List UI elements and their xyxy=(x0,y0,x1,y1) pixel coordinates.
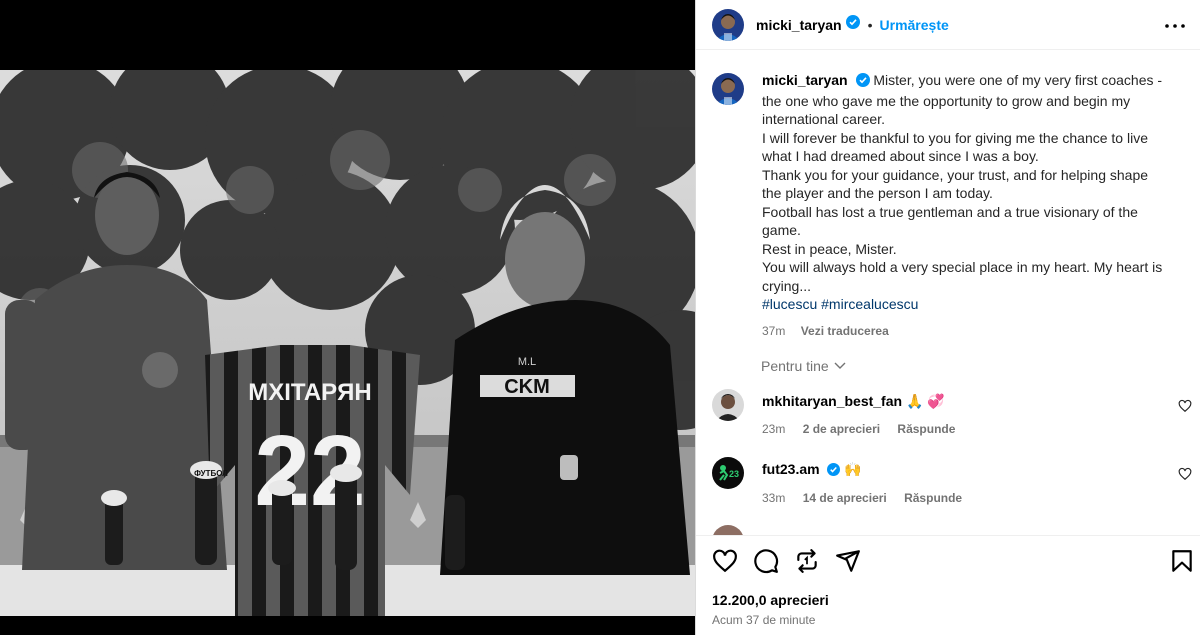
comment-body: mkhitaryan_best_fan 🙏 💞 23m 2 de aprecie… xyxy=(762,389,969,436)
coach-initials: M.L xyxy=(518,356,536,368)
share-icon[interactable] xyxy=(794,548,820,574)
comment-item-partial xyxy=(712,525,1192,535)
comment-item: 23 fut23.am 🙌 33m 14 de aprecieri Răspun… xyxy=(712,457,1192,505)
caption-line: the player and the person I am today. xyxy=(762,185,993,201)
comment-item: mkhitaryan_best_fan 🙏 💞 23m 2 de aprecie… xyxy=(712,389,1192,436)
post-caption: micki_taryan Mister, you were one of my … xyxy=(712,71,1192,340)
post-side-panel: micki_taryan • Urmărește micki_taryan Mi… xyxy=(695,0,1200,635)
for-you-label: Pentru tine xyxy=(761,358,829,374)
caption-avatar[interactable] xyxy=(712,73,744,105)
caption-line: game. xyxy=(762,222,801,238)
post-photo[interactable]: CKM M.L MXITAPЯH 22 ФУТБОЛ xyxy=(0,70,695,616)
author-avatar[interactable] xyxy=(712,8,744,41)
photo-illustration: CKM M.L MXITAPЯH 22 ФУТБОЛ xyxy=(0,70,695,616)
author-username[interactable]: micki_taryan xyxy=(756,17,842,33)
comment-text: 🙌 xyxy=(844,461,862,477)
caption-line: Thank you for your guidance, your trust,… xyxy=(762,166,1149,183)
post-header: micki_taryan • Urmărește xyxy=(696,0,1200,50)
verified-badge-icon xyxy=(855,73,870,92)
comment-body: fut23.am 🙌 33m 14 de aprecieri Răspunde xyxy=(762,457,976,505)
commenter-avatar[interactable]: 23 xyxy=(712,457,744,489)
caption-body: micki_taryan Mister, you were one of my … xyxy=(762,71,1182,340)
verified-badge-icon xyxy=(827,463,841,479)
separator-dot: • xyxy=(867,16,873,33)
caption-line: crying... xyxy=(762,277,812,294)
caption-line: You will always hold a very special plac… xyxy=(762,259,1163,275)
caption-line: what I had dreamed about since I was a b… xyxy=(762,148,1039,164)
follow-button[interactable]: Urmărește xyxy=(880,17,949,33)
caption-username[interactable]: micki_taryan xyxy=(762,72,848,88)
sponsor-text: CKM xyxy=(504,376,550,398)
commenter-avatar[interactable] xyxy=(712,525,744,535)
comment-username[interactable]: fut23.am xyxy=(762,461,820,477)
more-options-icon[interactable] xyxy=(1163,14,1187,38)
comments-scroll-area[interactable]: micki_taryan Mister, you were one of my … xyxy=(696,51,1200,535)
send-icon[interactable] xyxy=(835,548,861,574)
post-actions: 12.200,0 aprecieri Acum 37 de minute xyxy=(696,535,1200,635)
caption-line: Mister, you were one of my very first co… xyxy=(873,72,1163,88)
heart-icon[interactable] xyxy=(712,548,738,574)
for-you-sort[interactable]: Pentru tine xyxy=(761,358,846,374)
comment-text: 🙏 💞 xyxy=(905,393,945,409)
caption-line: the one who gave me the opportunity to g… xyxy=(762,92,1131,109)
reply-button[interactable]: Răspunde xyxy=(904,491,962,505)
caption-line: I will forever be thankful to you for gi… xyxy=(762,129,1148,146)
caption-line: Rest in peace, Mister. xyxy=(762,240,897,257)
commenter-avatar[interactable] xyxy=(712,389,744,421)
translate-link[interactable]: Vezi traducerea xyxy=(801,324,889,338)
mic-brand: ФУТБОЛ xyxy=(194,469,228,478)
caption-hashtags[interactable]: #lucescu #mircealucescu xyxy=(762,295,1182,314)
comment-meta: 33m 14 de aprecieri Răspunde xyxy=(762,491,976,505)
likes-count[interactable]: 12.200,0 aprecieri xyxy=(712,592,829,608)
comment-like-heart-icon[interactable] xyxy=(1178,467,1192,486)
reply-button[interactable]: Răspunde xyxy=(897,422,955,436)
verified-badge-icon xyxy=(845,15,860,34)
comment-age: 33m xyxy=(762,491,786,505)
caption-meta: 37m Vezi traducerea xyxy=(762,322,1182,341)
comment-username[interactable]: mkhitaryan_best_fan xyxy=(762,393,902,409)
comment-likes[interactable]: 14 de aprecieri xyxy=(803,491,887,505)
chevron-down-icon xyxy=(834,362,846,369)
svg-text:23: 23 xyxy=(729,469,739,479)
post-timestamp: Acum 37 de minute xyxy=(712,613,816,627)
comment-age: 23m xyxy=(762,422,786,436)
caption-line: Football has lost a true gentleman and a… xyxy=(762,203,1138,220)
caption-line: international career. xyxy=(762,111,885,127)
caption-age: 37m xyxy=(762,323,786,338)
comment-icon[interactable] xyxy=(753,548,779,574)
comment-like-heart-icon[interactable] xyxy=(1178,399,1192,418)
comment-likes[interactable]: 2 de aprecieri xyxy=(803,422,880,436)
media-pane: CKM M.L MXITAPЯH 22 ФУТБОЛ xyxy=(0,0,695,635)
jersey-name: MXITAPЯH xyxy=(248,379,371,406)
comment-meta: 23m 2 de aprecieri Răspunde xyxy=(762,422,969,436)
bookmark-icon[interactable] xyxy=(1169,548,1195,574)
